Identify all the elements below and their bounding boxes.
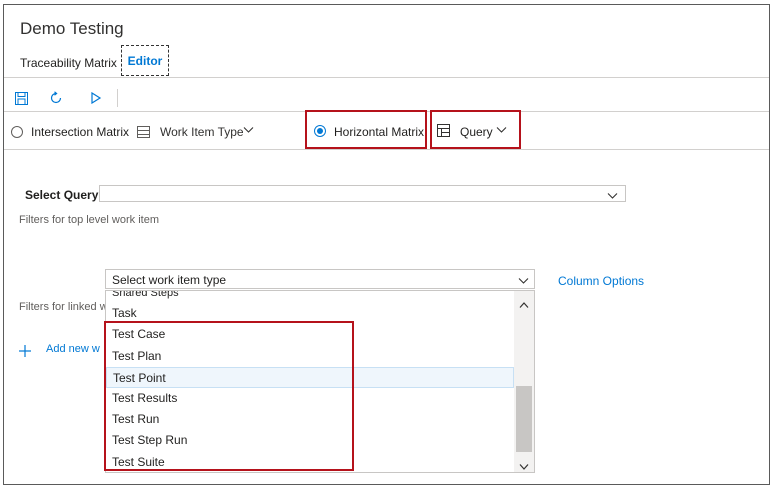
listbox-scrollbar[interactable] <box>514 291 534 472</box>
tab-traceability-matrix[interactable]: Traceability Matrix <box>20 56 117 70</box>
divider <box>4 77 769 78</box>
column-options-link[interactable]: Column Options <box>558 274 644 288</box>
query-dropdown[interactable]: Query <box>460 125 493 139</box>
add-new-link[interactable]: Add new w <box>46 343 100 355</box>
list-item[interactable]: Shared Steps <box>106 291 514 304</box>
query-table-icon <box>437 124 450 142</box>
divider <box>4 149 769 150</box>
tab-editor[interactable]: Editor <box>121 45 169 76</box>
page-title: Demo Testing <box>20 19 124 38</box>
refresh-icon[interactable] <box>48 90 64 106</box>
chevron-down-icon <box>518 273 529 291</box>
table-icon <box>137 126 150 138</box>
horizontal-matrix-label: Horizontal Matrix <box>334 125 425 139</box>
tab-editor-label: Editor <box>127 53 163 68</box>
intersection-matrix-radio[interactable] <box>11 126 23 138</box>
work-item-type-dropdown[interactable]: Work Item Type <box>160 125 244 139</box>
filters-linked-label: Filters for linked w <box>19 301 108 313</box>
select-query-label: Select Query <box>25 188 99 202</box>
play-icon[interactable] <box>88 90 104 106</box>
chevron-down-icon <box>496 124 507 138</box>
work-item-type-placeholder: Select work item type <box>112 273 227 287</box>
app-frame: Demo Testing Traceability Matrix Editor … <box>3 4 770 485</box>
save-icon[interactable] <box>13 90 29 106</box>
work-item-type-select[interactable]: Select work item type <box>105 269 535 289</box>
chevron-down-icon <box>607 188 618 206</box>
filters-top-label: Filters for top level work item <box>19 214 159 226</box>
select-query-dropdown[interactable] <box>99 185 626 202</box>
chevron-down-icon <box>243 124 254 138</box>
chevron-up-icon[interactable] <box>519 296 529 314</box>
plus-icon[interactable] <box>19 344 31 362</box>
highlight-box-test-items <box>104 321 354 471</box>
chevron-down-icon[interactable] <box>519 458 529 472</box>
scrollbar-thumb[interactable] <box>516 386 532 452</box>
intersection-matrix-label: Intersection Matrix <box>31 125 130 139</box>
toolbar-separator <box>117 89 118 107</box>
horizontal-matrix-radio[interactable] <box>314 125 326 137</box>
